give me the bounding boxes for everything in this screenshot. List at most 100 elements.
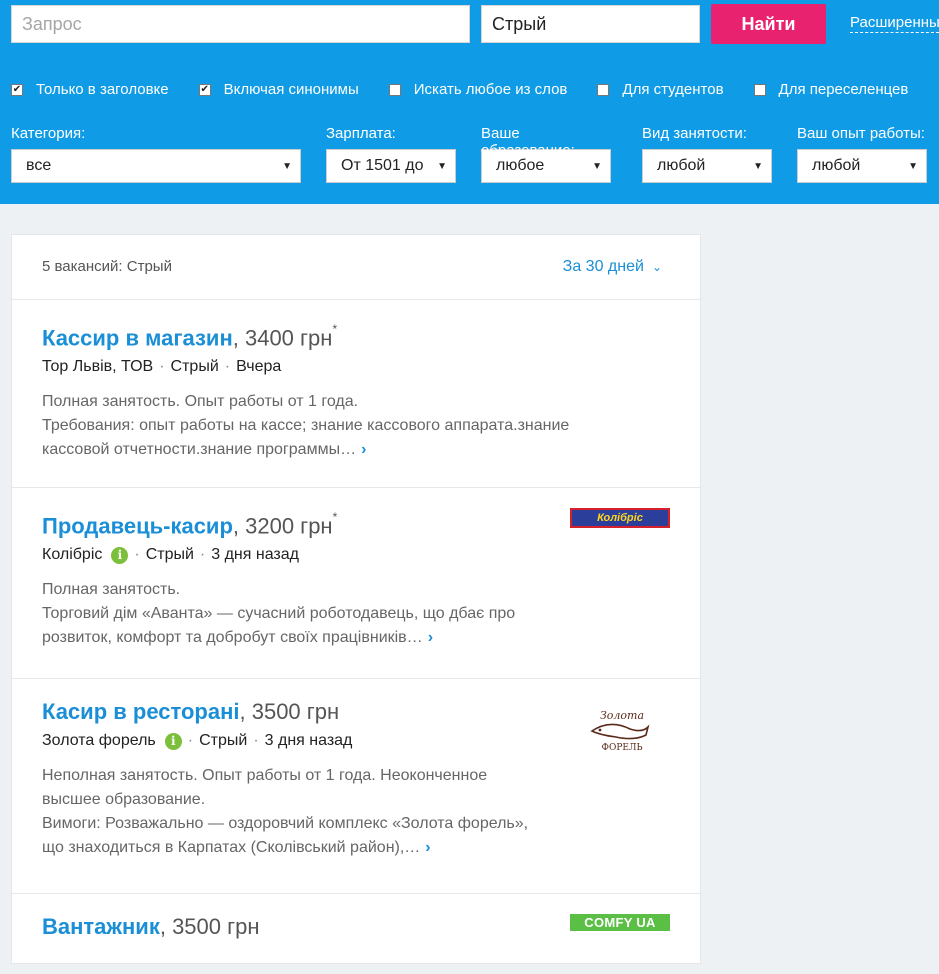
location-input[interactable] xyxy=(481,5,700,43)
desc-line: розвиток, комфорт та добробут своїх прац… xyxy=(42,629,423,647)
vacancy-item: Продавець-касир, 3200 грн* Колібріс Колі… xyxy=(12,488,700,679)
employment-select[interactable]: любой ▼ xyxy=(642,149,772,183)
info-icon[interactable]: i xyxy=(111,546,129,564)
desc-line: Неполная занятость. Опыт работы от 1 год… xyxy=(42,767,488,784)
option-label: Включая синонимы xyxy=(223,81,359,98)
vacancy-salary: , 3500 грн xyxy=(239,699,340,724)
desc-line: Требования: опыт работы на кассе; знание… xyxy=(42,417,570,435)
chevron-down-icon: ⌄ xyxy=(651,260,662,274)
desc-line: Полная занятость. Опыт работы от 1 года. xyxy=(42,393,359,411)
filter-label: Категория: xyxy=(11,125,86,142)
desc-line: що знаходиться в Карпатах (Сколівський р… xyxy=(42,839,421,856)
desc-line: Вимоги: Розважально — оздоровчий комплек… xyxy=(42,815,529,832)
find-button[interactable]: Найти xyxy=(711,4,826,44)
filter-label: Вид занятости: xyxy=(642,125,747,142)
filter-education: Ваше образование: любое ▼ xyxy=(481,125,611,183)
company-name[interactable]: Золота форель xyxy=(42,732,156,750)
company-logo[interactable]: Колібріс xyxy=(570,508,670,528)
dropdown-arrow-icon: ▼ xyxy=(437,160,447,172)
vacancy-salary: , 3500 грн xyxy=(159,914,260,939)
advanced-search-link[interactable]: Расширенный xyxy=(850,14,939,33)
info-icon[interactable]: i xyxy=(164,732,182,750)
salary-select[interactable]: От 1501 до ▼ xyxy=(326,149,456,183)
logo-text: Колібріс xyxy=(597,512,643,524)
option-displaced[interactable]: Для переселенцев xyxy=(753,81,909,98)
vacancy-title-row: Кассир в магазин, 3400 грн* xyxy=(42,320,670,351)
select-value: все xyxy=(26,157,52,174)
category-select[interactable]: все ▼ xyxy=(11,149,301,183)
search-bar: Найти Расширенный ✔ Только в заголовке ✔… xyxy=(0,0,939,204)
vacancy-item: Касир в ресторані, 3500 грн Золота ФОРЕЛ… xyxy=(12,679,700,894)
query-input[interactable] xyxy=(11,5,470,43)
vacancy-city: Стрый xyxy=(145,546,194,564)
chevron-right-icon[interactable]: › xyxy=(361,441,366,458)
option-students[interactable]: Для студентов xyxy=(597,81,724,98)
vacancy-date: 3 дня назад xyxy=(211,546,299,564)
vacancy-meta: Тор Львів, ТОВ · Стрый · Вчера xyxy=(42,358,670,376)
salary-note-star: * xyxy=(332,322,338,336)
filter-category: Категория: все ▼ xyxy=(11,125,301,183)
salary-note-star: * xyxy=(332,510,338,524)
vacancy-date: 3 дня назад xyxy=(264,732,353,749)
vacancy-title-link[interactable]: Кассир в магазин xyxy=(42,325,233,350)
company-name[interactable]: Тор Львів, ТОВ xyxy=(42,358,153,376)
checkbox[interactable] xyxy=(753,83,766,96)
filter-label: Ваш опыт работы: xyxy=(797,125,925,142)
filter-salary: Зарплата: От 1501 до ▼ xyxy=(326,125,456,183)
vacancy-item: Кассир в магазин, 3400 грн* Тор Львів, Т… xyxy=(12,300,700,488)
vacancy-meta: Колібріс i · Стрый · 3 дня назад xyxy=(42,546,670,564)
dropdown-arrow-icon: ▼ xyxy=(908,160,918,172)
desc-line: Торговий дім «Аванта» — сучасний роботод… xyxy=(42,605,516,623)
vacancy-description: Полная занятость. Торговий дім «Аванта» … xyxy=(42,578,670,650)
logo-text: ФОРЕЛЬ xyxy=(601,743,642,753)
chevron-right-icon[interactable]: › xyxy=(428,629,433,646)
select-value: От 1501 до xyxy=(341,157,424,174)
dropdown-arrow-icon: ▼ xyxy=(282,160,292,172)
vacancy-item: Вантажник, 3500 грн COMFY UA xyxy=(12,894,700,974)
desc-line: кассовой отчетности.знание программы… xyxy=(42,441,357,459)
dropdown-arrow-icon: ▼ xyxy=(592,160,602,172)
vacancy-title-link[interactable]: Вантажник xyxy=(42,914,160,939)
vacancy-title-link[interactable]: Продавець-касир xyxy=(42,513,233,538)
company-logo[interactable]: COMFY UA xyxy=(570,914,670,931)
vacancy-title-link[interactable]: Касир в ресторані xyxy=(42,699,240,724)
vacancy-title-row: Касир в ресторані, 3500 грн xyxy=(42,699,670,725)
option-any-word[interactable]: Искать любое из слов xyxy=(388,81,568,98)
separator: · xyxy=(253,732,259,749)
checkbox[interactable] xyxy=(597,83,610,96)
option-label: Для студентов xyxy=(622,81,724,98)
desc-line: высшее образование. xyxy=(42,791,206,808)
results-header: 5 вакансий: Стрый За 30 дней ⌄ xyxy=(12,235,700,300)
option-title-only[interactable]: ✔ Только в заголовке xyxy=(11,81,169,98)
desc-line: Полная занятость. xyxy=(42,581,181,599)
filter-label: Зарплата: xyxy=(326,125,396,142)
vacancy-salary: , 3400 грн xyxy=(232,325,333,351)
company-name[interactable]: Колібріс xyxy=(42,546,102,564)
logo-text: Золота xyxy=(600,709,644,722)
vacancy-city: Стрый xyxy=(199,732,248,749)
vacancy-city: Стрый xyxy=(170,358,219,376)
separator: · xyxy=(159,358,165,376)
chevron-right-icon[interactable]: › xyxy=(425,839,430,856)
option-label: Только в заголовке xyxy=(36,81,169,98)
select-value: любой xyxy=(657,157,706,174)
select-value: любой xyxy=(812,157,861,174)
results-card: 5 вакансий: Стрый За 30 дней ⌄ Кассир в … xyxy=(11,234,701,964)
results-count: 5 вакансий: Стрый xyxy=(42,258,172,275)
filter-label: Ваше образование: xyxy=(481,125,575,159)
filter-experience: Ваш опыт работы: любой ▼ xyxy=(797,125,927,183)
vacancy-description: Полная занятость. Опыт работы от 1 года.… xyxy=(42,390,670,462)
period-dropdown[interactable]: За 30 дней ⌄ xyxy=(563,258,662,276)
select-value: любое xyxy=(496,157,545,174)
checkbox[interactable] xyxy=(388,83,401,96)
checkbox[interactable]: ✔ xyxy=(11,83,23,96)
company-logo[interactable]: Золота ФОРЕЛЬ xyxy=(586,703,652,755)
checkbox[interactable]: ✔ xyxy=(198,83,211,96)
option-synonyms[interactable]: ✔ Включая синонимы xyxy=(198,81,359,98)
option-label: Для переселенцев xyxy=(778,81,909,98)
experience-select[interactable]: любой ▼ xyxy=(797,149,927,183)
option-label: Искать любое из слов xyxy=(413,81,568,98)
separator: · xyxy=(199,546,206,564)
separator: · xyxy=(224,358,231,376)
vacancy-meta: Золота форель i · Стрый · 3 дня назад xyxy=(42,732,670,750)
